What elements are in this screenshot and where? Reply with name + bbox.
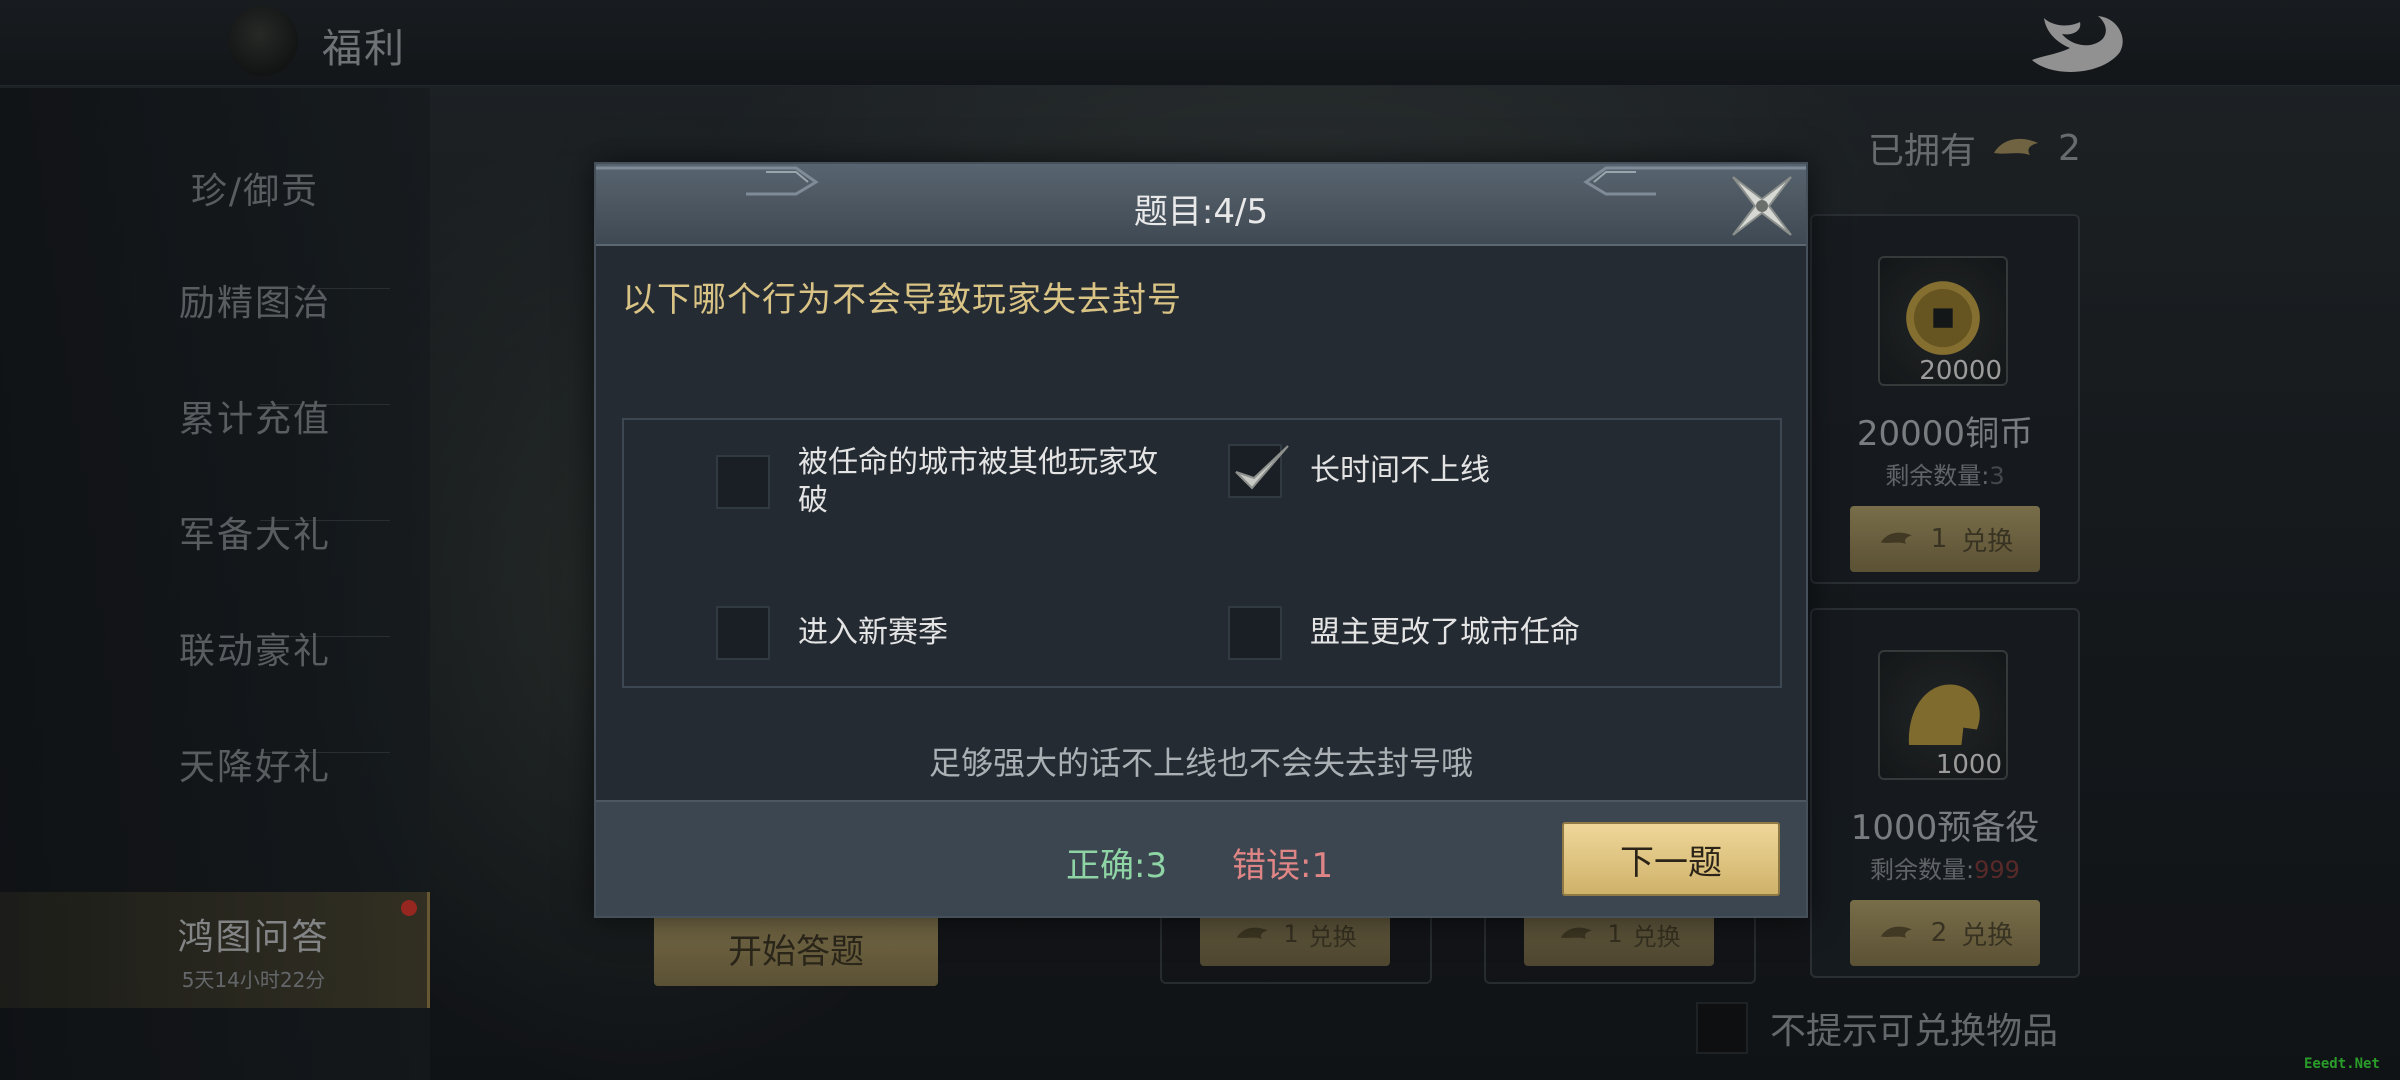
answer-hint: 足够强大的话不上线也不会失去封号哦 xyxy=(928,744,1473,782)
quiz-dialog: 题目:4/5 以下哪个行为不会导致玩家失去封号 被任命的城市被其他玩家攻破 长时… xyxy=(594,162,1808,918)
checkmark-icon xyxy=(1235,445,1289,490)
answer-options: 被任命的城市被其他玩家攻破 长时间不上线 进入新赛季 盟主更改了城市任命 xyxy=(622,418,1782,688)
dialog-footer: 正确:3 错误:1 下一题 xyxy=(596,800,1806,916)
option-text: 长时间不上线 xyxy=(1310,453,1490,488)
answer-option-2[interactable]: 长时间不上线 xyxy=(1228,444,1670,498)
question-text: 以下哪个行为不会导致玩家失去封号 xyxy=(622,280,1182,320)
option-checkbox[interactable] xyxy=(716,455,770,509)
correct-count: 正确:3 xyxy=(1066,846,1168,886)
close-button[interactable] xyxy=(1726,170,1798,242)
wrong-count: 错误:1 xyxy=(1232,846,1334,886)
question-progress-title: 题目:4/5 xyxy=(1133,192,1269,232)
answer-option-1[interactable]: 被任命的城市被其他玩家攻破 xyxy=(716,444,1158,520)
option-text: 进入新赛季 xyxy=(798,615,948,650)
option-checkbox[interactable] xyxy=(1228,606,1282,660)
close-icon xyxy=(1732,176,1792,236)
answer-option-3[interactable]: 进入新赛季 xyxy=(716,606,1158,660)
option-text: 被任命的城市被其他玩家攻破 xyxy=(798,445,1158,518)
option-checkbox[interactable] xyxy=(1228,444,1289,498)
option-text: 盟主更改了城市任命 xyxy=(1310,615,1580,650)
option-checkbox[interactable] xyxy=(716,606,770,660)
answer-option-4[interactable]: 盟主更改了城市任命 xyxy=(1228,606,1670,660)
next-question-button[interactable]: 下一题 xyxy=(1562,822,1780,896)
dialog-header: 题目:4/5 xyxy=(596,164,1806,246)
